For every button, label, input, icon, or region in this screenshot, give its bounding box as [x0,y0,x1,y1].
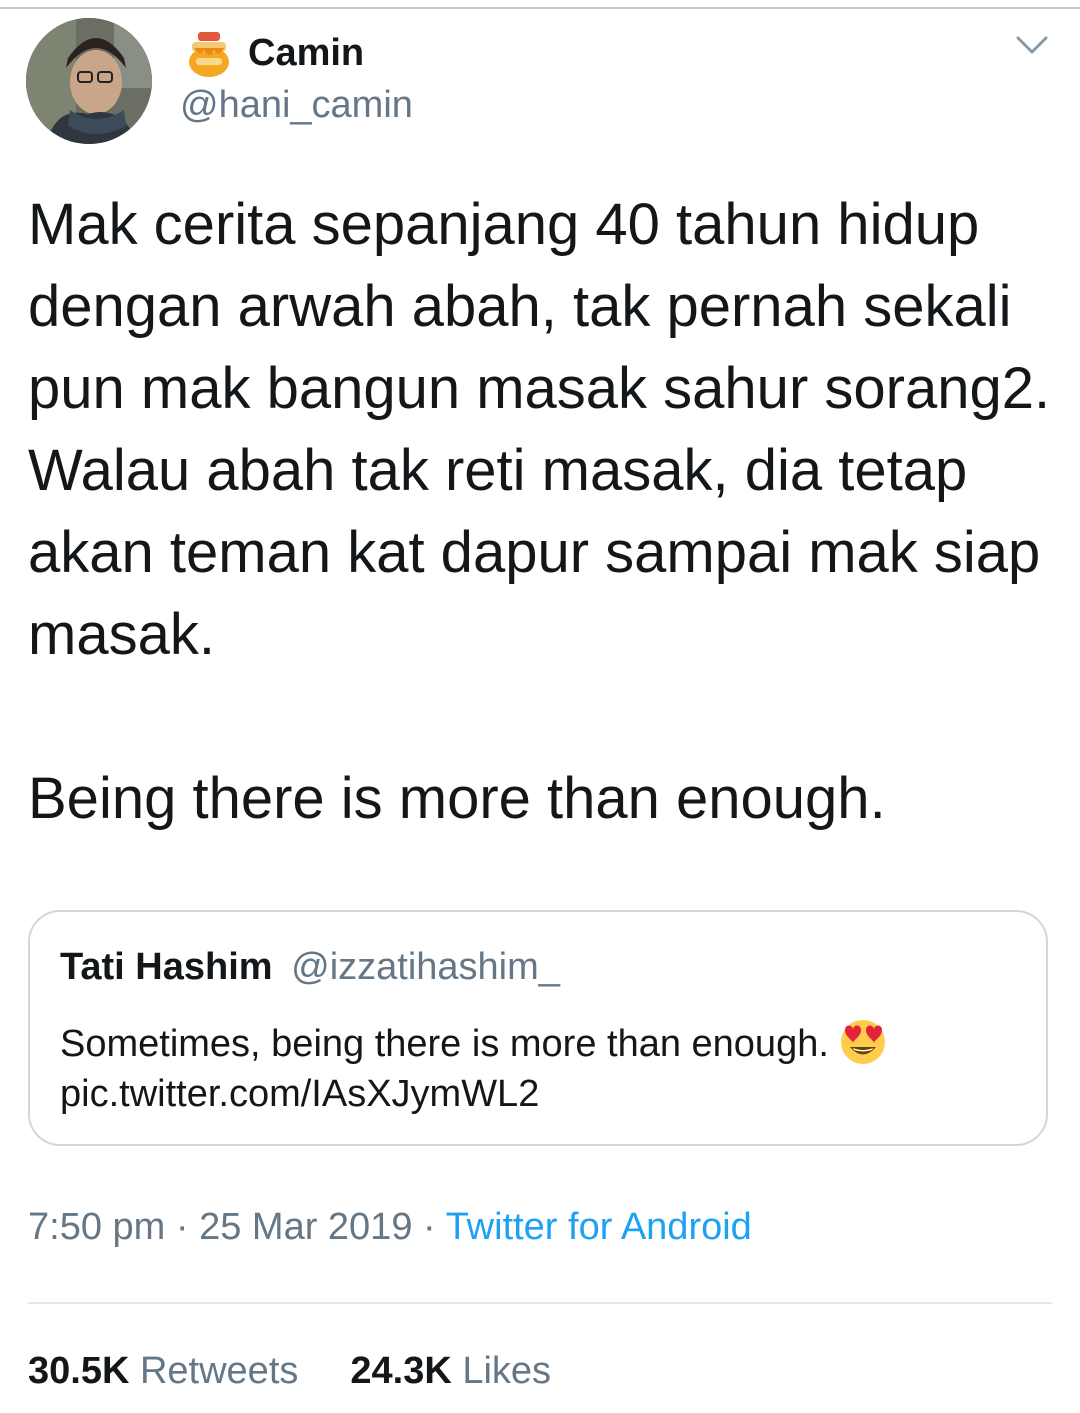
profile-photo-icon [26,18,152,144]
likes-label: Likes [462,1350,552,1392]
honey-pot-emoji-icon [189,32,229,77]
avatar[interactable] [26,18,152,144]
likes-stat[interactable]: 24.3K Likes [350,1350,551,1392]
quoted-tweet-text: Sometimes, being there is more than enou… [60,1014,1020,1119]
quoted-tweet-card[interactable]: Tati Hashim @izzatihashim_ Sometimes, be… [28,910,1048,1146]
retweets-stat[interactable]: 30.5K Retweets [28,1350,298,1392]
quoted-tweet-header: Tati Hashim @izzatihashim_ [60,946,560,989]
author-display-name[interactable]: Camin [248,32,364,75]
quoted-tweet-link[interactable]: pic.twitter.com/IAsXJymWL2 [60,1073,539,1115]
retweets-label: Retweets [139,1350,299,1392]
quoted-tweet-body: Sometimes, being there is more than enou… [60,1023,829,1065]
chevron-down-icon[interactable] [1012,30,1052,60]
meta-separator: · [165,1206,200,1248]
tweet-date: 25 Mar 2019 [199,1206,413,1248]
quoted-author-handle: @izzatihashim_ [291,946,560,988]
tweet-body: Mak cerita sepanjang 40 tahun hidup deng… [28,184,1058,840]
author-handle[interactable]: @hani_camin [180,84,413,127]
tweet-time: 7:50 pm [28,1206,166,1248]
tweet-paragraph: Being there is more than enough. [28,766,886,831]
engagement-stats: 30.5K Retweets 24.3K Likes [28,1350,603,1393]
meta-separator: · [412,1206,446,1248]
retweets-count: 30.5K [28,1350,130,1392]
stats-divider [28,1302,1052,1304]
likes-count: 24.3K [350,1350,452,1392]
author-name-row[interactable]: Camin [186,26,364,80]
tweet-paragraph: Mak cerita sepanjang 40 tahun hidup deng… [28,192,1051,667]
tweet-source-link[interactable]: Twitter for Android [446,1206,752,1248]
top-divider [0,7,1080,9]
quoted-author-name: Tati Hashim [60,946,273,988]
tweet-metadata: 7:50 pm · 25 Mar 2019 · Twitter for Andr… [28,1206,752,1249]
heart-eyes-emoji-icon [840,1020,885,1064]
